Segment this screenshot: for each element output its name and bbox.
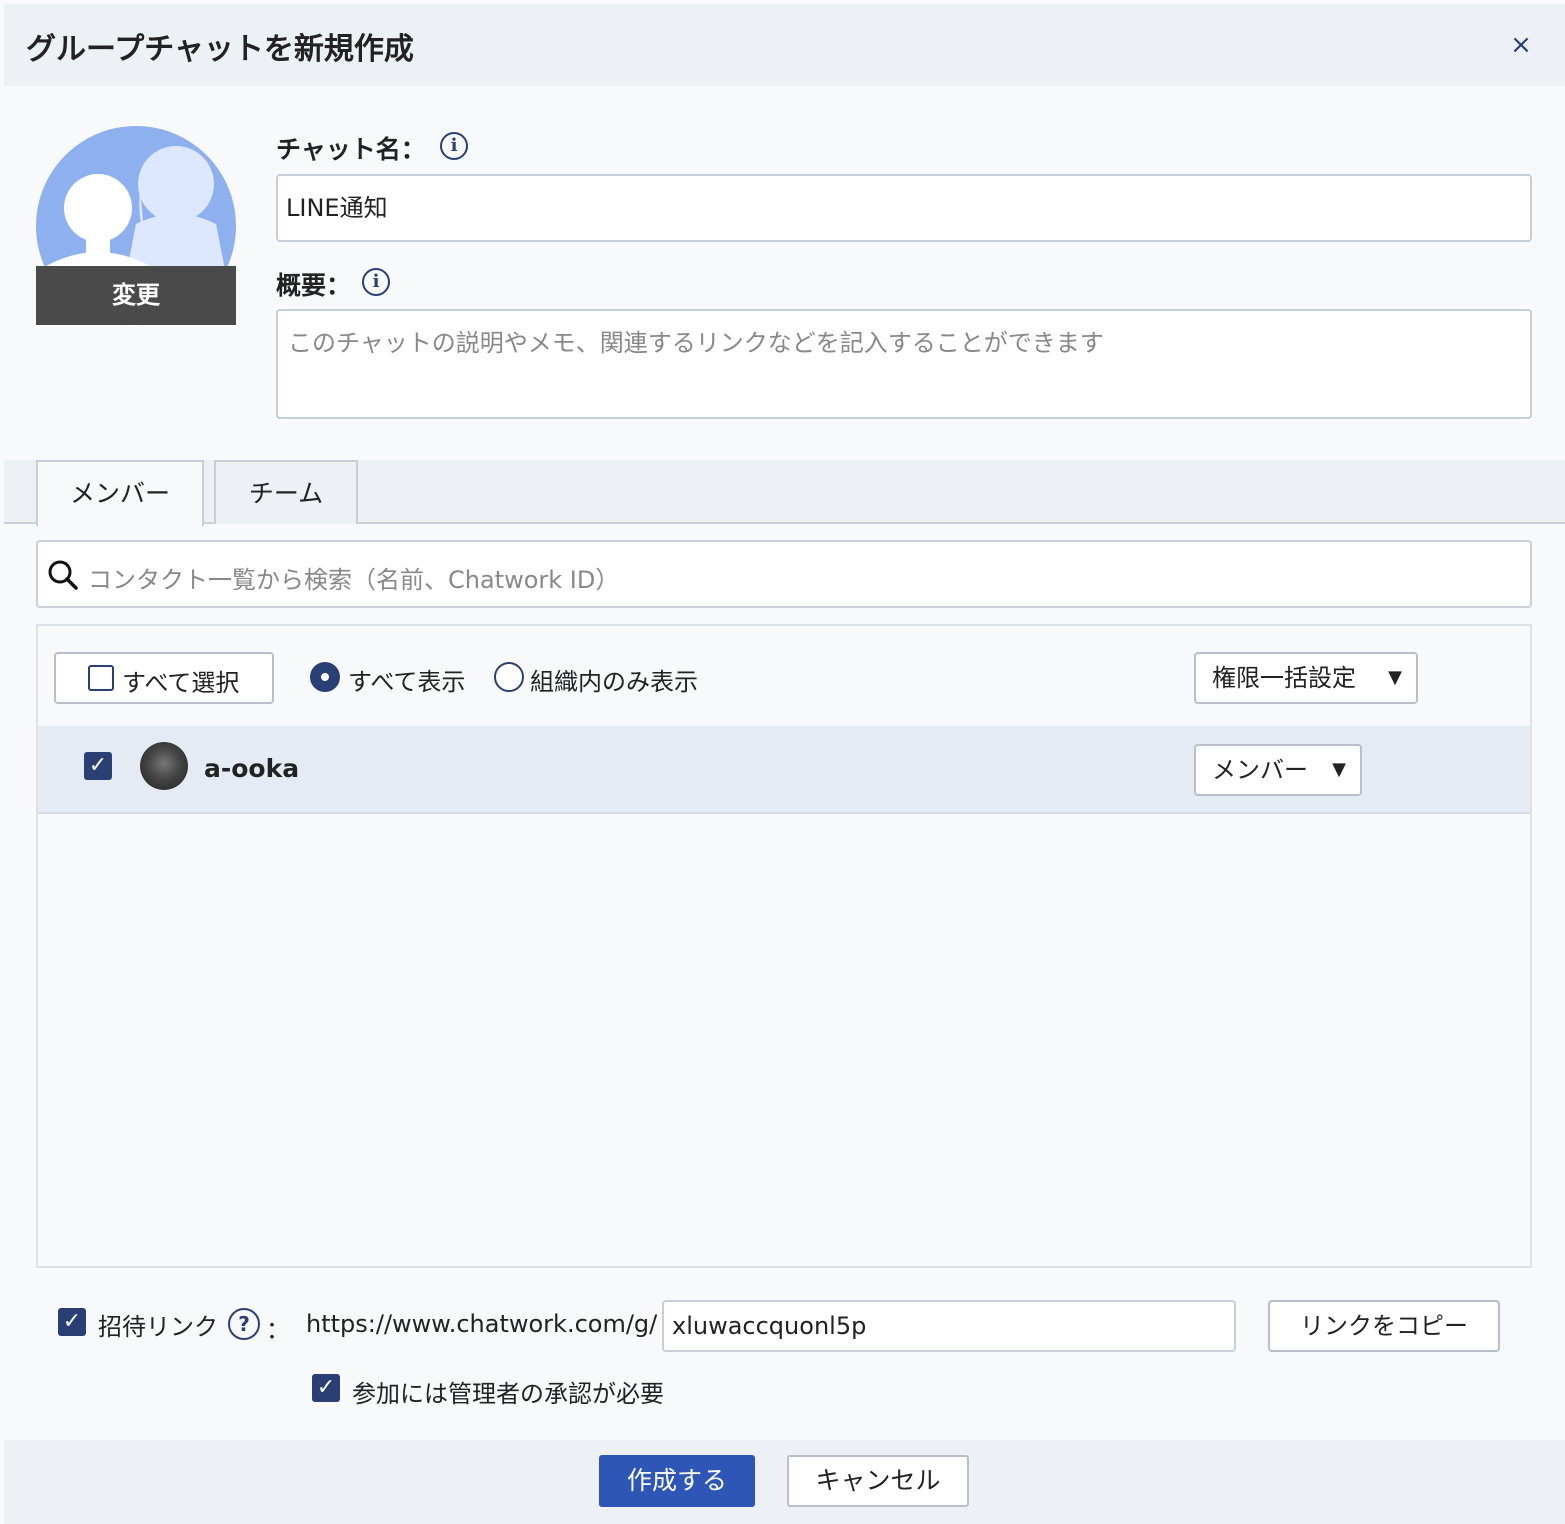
member-role-label: メンバー (1212, 756, 1308, 784)
member-list-panel: すべて選択 すべて表示 組織内のみ表示 権限一括設定 ▼ ✓ a-ooka メン… (36, 624, 1532, 1268)
filter-all-label[interactable]: すべて表示 (348, 662, 465, 697)
tab-members[interactable]: メンバー (36, 460, 204, 526)
search-placeholder: コンタクト一覧から検索（名前、Chatwork ID） (88, 566, 620, 594)
dialog-title: グループチャットを新規作成 (26, 32, 414, 67)
select-all-checkbox[interactable] (88, 665, 114, 691)
summary-label: 概要： (276, 271, 352, 300)
member-name: a-ooka (204, 754, 300, 783)
create-button[interactable]: 作成する (599, 1455, 755, 1507)
search-icon (48, 560, 78, 590)
summary-info-icon[interactable]: i (362, 268, 390, 296)
bulk-permission-label: 権限一括設定 (1212, 664, 1356, 692)
tab-teams[interactable]: チーム (214, 460, 358, 524)
close-icon[interactable]: × (1506, 30, 1536, 60)
bulk-permission-dropdown[interactable]: 権限一括設定 ▼ (1194, 652, 1418, 704)
invite-link-checkbox[interactable]: ✓ (58, 1308, 86, 1336)
approval-label: 参加には管理者の承認が必要 (352, 1380, 664, 1408)
copy-link-button[interactable]: リンクをコピー (1268, 1300, 1500, 1352)
dropdown-arrow-icon: ▼ (1388, 667, 1402, 688)
select-all-button[interactable]: すべて選択 (54, 652, 274, 704)
dialog-footer: 作成する キャンセル (4, 1440, 1565, 1524)
change-avatar-button[interactable]: 変更 (36, 266, 236, 325)
contact-search-input[interactable]: コンタクト一覧から検索（名前、Chatwork ID） (36, 540, 1532, 608)
invite-link-label: 招待リンク (98, 1313, 218, 1341)
chat-name-info-icon[interactable]: i (440, 132, 468, 160)
approval-checkbox[interactable]: ✓ (312, 1374, 340, 1402)
select-all-label: すべて選択 (122, 669, 240, 697)
dropdown-arrow-icon: ▼ (1332, 759, 1346, 780)
summary-textarea[interactable]: このチャットの説明やメモ、関連するリンクなどを記入することができます (276, 309, 1532, 419)
filter-org-radio[interactable] (494, 662, 524, 692)
dialog-header: グループチャットを新規作成 × (4, 4, 1565, 86)
avatar (140, 742, 188, 790)
filter-org-label[interactable]: 組織内のみ表示 (530, 662, 698, 697)
invite-code-input[interactable]: xluwaccquonl5p (662, 1300, 1236, 1352)
member-role-dropdown[interactable]: メンバー ▼ (1194, 744, 1362, 796)
member-checkbox[interactable]: ✓ (84, 752, 112, 780)
member-row: ✓ a-ooka メンバー ▼ (38, 726, 1530, 814)
invite-colon: ： (266, 1316, 290, 1344)
chat-name-input[interactable]: LINE通知 (276, 174, 1532, 242)
filter-all-radio[interactable] (310, 662, 340, 692)
create-group-chat-dialog: グループチャットを新規作成 × 変更 チャット名： i LINE通知 概要： i… (4, 4, 1565, 1524)
chat-name-label: チャット名： (276, 135, 426, 164)
member-tab-bar: メンバー チーム (4, 460, 1565, 526)
invite-url-prefix: https://www.chatwork.com/g/ (306, 1310, 658, 1338)
cancel-button[interactable]: キャンセル (787, 1455, 969, 1507)
invite-help-icon[interactable]: ? (228, 1308, 260, 1340)
